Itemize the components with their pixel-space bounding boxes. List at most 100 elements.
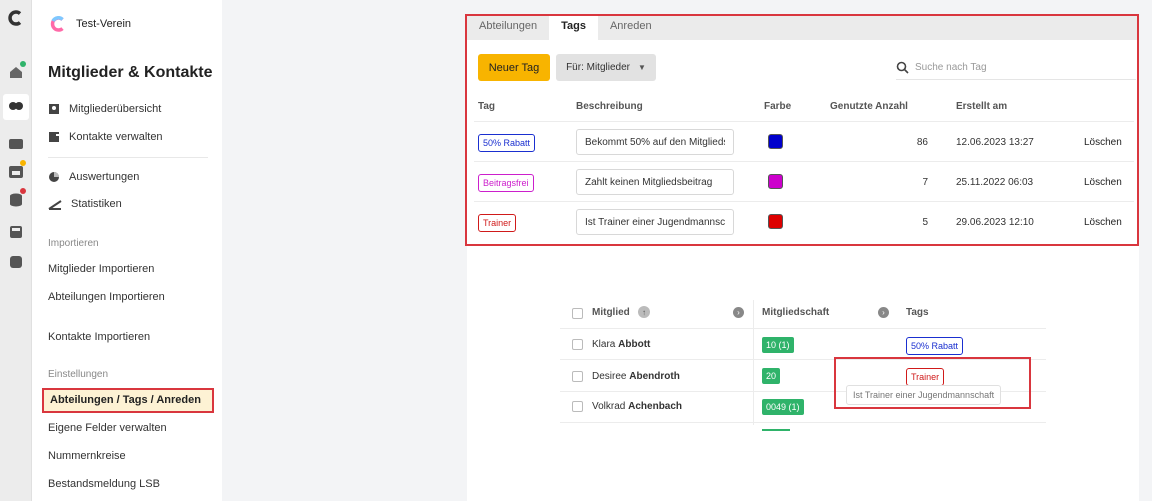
sidebar-item-departments-tags-salutations[interactable]: Abteilungen / Tags / Anreden — [42, 388, 214, 413]
org-name: Test-Verein — [76, 18, 132, 30]
delete-button[interactable]: Löschen — [1084, 177, 1122, 188]
new-tag-button[interactable]: Neuer Tag — [478, 54, 550, 81]
column-header-created: Erstellt am — [956, 101, 1008, 112]
home-icon[interactable] — [6, 61, 26, 82]
tab-bar: Abteilungen Tags Anreden — [467, 16, 1137, 40]
color-swatch[interactable] — [768, 134, 783, 149]
contacts-icon — [49, 132, 60, 142]
column-header-color: Farbe — [764, 101, 792, 112]
last-name: Abendroth — [629, 371, 680, 382]
sidebar-item-label: Mitgliederübersicht — [69, 103, 162, 115]
pie-chart-icon — [49, 172, 59, 182]
member-name[interactable]: Klara Abbott — [592, 339, 650, 350]
database-icon[interactable] — [6, 188, 26, 210]
column-header-member: Mitglied — [592, 307, 630, 318]
created-date: 25.11.2022 06:03 — [956, 177, 1034, 188]
card-icon[interactable] — [6, 134, 26, 154]
divider — [560, 328, 1046, 329]
member-name[interactable]: Volkrad Achenbach — [592, 401, 682, 412]
first-name: Klara — [592, 339, 616, 350]
sidebar-item-import-departments[interactable]: Abteilungen Importieren — [48, 291, 165, 303]
row-checkbox[interactable] — [572, 339, 583, 350]
stats-icon — [48, 200, 62, 210]
caret-down-icon: ▼ — [637, 63, 646, 72]
chevron-right-icon[interactable]: › — [878, 307, 889, 318]
created-date: 12.06.2023 13:27 — [956, 137, 1034, 148]
search-icon — [896, 61, 909, 74]
org-logo-icon — [50, 16, 64, 32]
sidebar-item-import-contacts[interactable]: Kontakte Importieren — [48, 331, 150, 343]
members-icon[interactable] — [3, 94, 29, 120]
last-name: Achenbach — [628, 401, 683, 412]
membership-badge: 20 — [762, 368, 781, 384]
sidebar-item-statistics[interactable]: Statistiken — [48, 198, 122, 210]
search-input[interactable] — [915, 62, 1115, 73]
column-header-usage-count: Genutzte Anzahl — [830, 101, 908, 112]
column-header-description: Beschreibung — [576, 101, 643, 112]
description-field[interactable] — [576, 209, 734, 235]
select-all-checkbox[interactable] — [572, 308, 583, 319]
tag-search — [896, 56, 1136, 80]
description-field[interactable] — [576, 169, 734, 195]
created-date: 29.06.2023 12:10 — [956, 217, 1034, 228]
settings-section-header: Einstellungen — [48, 369, 109, 380]
delete-button[interactable]: Löschen — [1084, 217, 1122, 228]
calculator-icon[interactable] — [6, 222, 26, 242]
color-swatch[interactable] — [768, 174, 783, 189]
divider — [560, 422, 1046, 423]
divider — [474, 121, 1134, 122]
tab-tags[interactable]: Tags — [549, 16, 598, 40]
usage-count: 7 — [922, 177, 928, 188]
sidebar-item-members-overview[interactable]: Mitgliederübersicht — [48, 103, 161, 115]
sidebar: Test-Verein Mitglieder & Kontakte Mitgli… — [32, 0, 222, 501]
calendar-icon[interactable] — [6, 160, 26, 182]
tag-chip[interactable]: 50% Rabatt — [906, 337, 964, 355]
color-swatch[interactable] — [768, 214, 783, 229]
usage-count: 86 — [916, 137, 928, 148]
divider — [560, 359, 1046, 360]
tag-chip[interactable]: Beitragsfrei — [478, 174, 534, 192]
sidebar-item-lsb-report[interactable]: Bestandsmeldung LSB — [48, 478, 160, 490]
first-name: Desiree — [592, 371, 627, 382]
content-panel — [467, 14, 1139, 501]
wallet-icon[interactable] — [6, 252, 26, 272]
column-header-tags: Tags — [906, 307, 929, 318]
column-header-membership: Mitgliedschaft — [762, 307, 830, 318]
sidebar-item-label: Statistiken — [71, 198, 122, 210]
app-logo-icon[interactable] — [6, 8, 26, 28]
divider — [48, 157, 208, 158]
tag-chip[interactable]: 50% Rabatt — [478, 134, 536, 152]
first-name: Volkrad — [592, 401, 626, 412]
sort-asc-icon[interactable]: ↑ — [638, 306, 650, 318]
tab-departments[interactable]: Abteilungen — [467, 16, 549, 40]
tab-salutations[interactable]: Anreden — [598, 16, 664, 40]
sidebar-item-evaluations[interactable]: Auswertungen — [48, 171, 139, 183]
sidebar-item-label: Kontakte verwalten — [69, 131, 163, 143]
import-section-header: Importieren — [48, 238, 99, 249]
divider — [474, 201, 1134, 202]
member-name[interactable]: Desiree Abendroth — [592, 371, 680, 382]
sidebar-item-number-ranges[interactable]: Nummernkreise — [48, 450, 126, 462]
icon-rail — [0, 0, 32, 501]
membership-badge: 0049 (1) — [762, 399, 804, 415]
org-switcher[interactable]: Test-Verein — [50, 16, 131, 32]
audience-filter-dropdown[interactable]: Für: Mitglieder ▼ — [556, 54, 656, 81]
chevron-right-icon[interactable]: › — [733, 307, 744, 318]
sidebar-item-manage-contacts[interactable]: Kontakte verwalten — [48, 131, 163, 143]
sidebar-item-custom-fields[interactable]: Eigene Felder verwalten — [48, 422, 167, 434]
tag-chip[interactable]: Trainer — [478, 214, 517, 232]
tag-chip[interactable]: Trainer — [906, 368, 945, 386]
last-name: Abbott — [618, 339, 651, 350]
column-divider — [753, 300, 754, 425]
membership-badge-partial — [762, 429, 790, 431]
sidebar-item-label: Auswertungen — [69, 171, 140, 183]
column-header-tag: Tag — [478, 101, 496, 112]
usage-count: 5 — [922, 217, 928, 228]
member-list-icon — [49, 104, 59, 114]
sidebar-item-import-members[interactable]: Mitglieder Importieren — [48, 263, 154, 275]
row-checkbox[interactable] — [572, 371, 583, 382]
description-field[interactable] — [576, 129, 734, 155]
membership-badge: 10 (1) — [762, 337, 794, 353]
row-checkbox[interactable] — [572, 401, 583, 412]
delete-button[interactable]: Löschen — [1084, 137, 1122, 148]
